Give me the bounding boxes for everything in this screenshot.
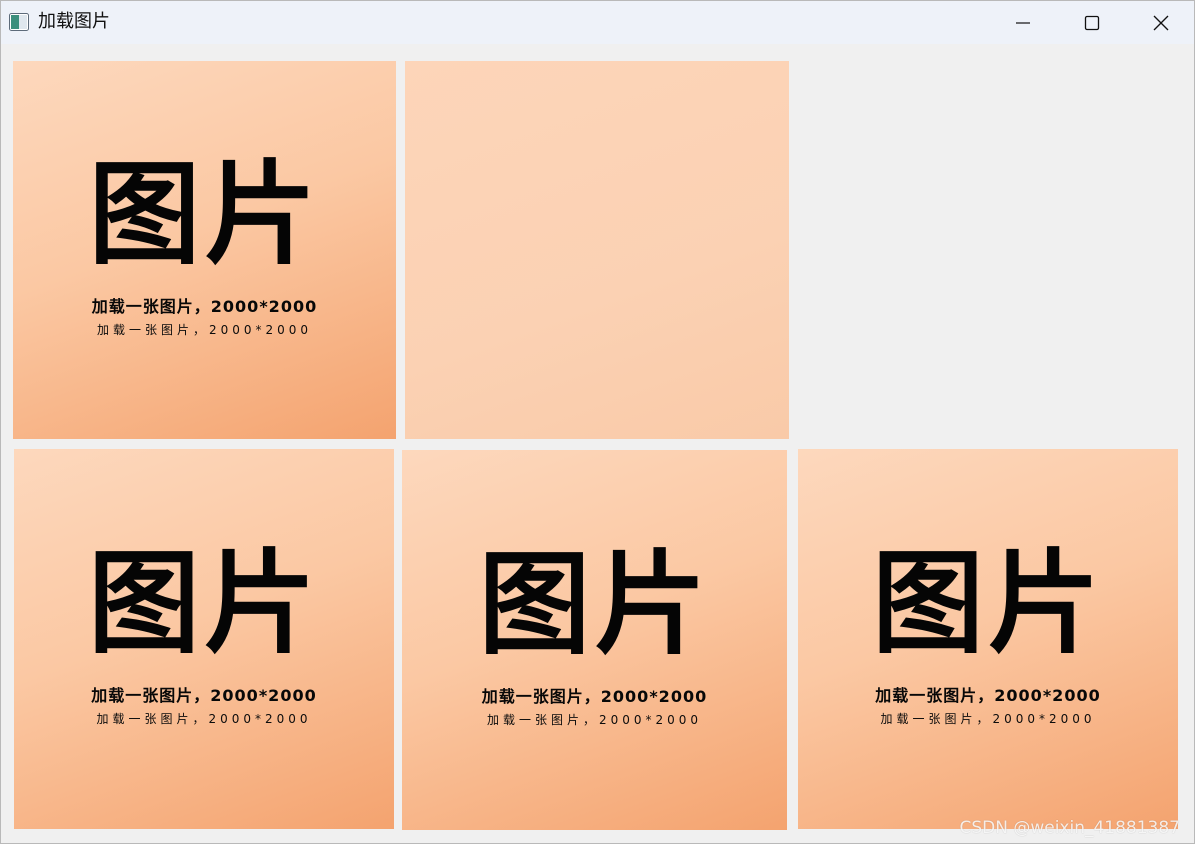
watermark: CSDN @weixin_41881387: [959, 818, 1180, 838]
app-window: 加载图片 图片 加载一张图片，2000*2000 加载一张图片，2000*200…: [0, 0, 1195, 844]
image-tile[interactable]: 图片 加载一张图片，2000*2000 加载一张图片，2000*2000: [13, 61, 396, 439]
maximize-icon: [1084, 15, 1100, 30]
minimize-icon: [1016, 21, 1030, 24]
image-tile-caption-small: 加载一张图片，2000*2000: [880, 712, 1096, 726]
image-tile-caption-small: 加载一张图片，2000*2000: [486, 713, 703, 727]
image-tile-caption: 加载一张图片，2000*2000: [481, 687, 708, 706]
image-tile[interactable]: 图片 加载一张图片，2000*2000 加载一张图片，2000*2000: [402, 450, 787, 830]
image-tile-caption: 加载一张图片，2000*2000: [91, 686, 317, 705]
image-tile-caption: 加载一张图片，2000*2000: [875, 686, 1101, 705]
image-tile[interactable]: 图片 加载一张图片，2000*2000 加载一张图片，2000*2000: [14, 449, 394, 829]
image-tile[interactable]: 图片 加载一张图片，2000*2000 加载一张图片，2000*2000: [798, 449, 1178, 829]
image-tile-caption: 加载一张图片，2000*2000: [91, 297, 318, 316]
window-title: 加载图片: [38, 11, 110, 32]
image-grid: 图片 加载一张图片，2000*2000 加载一张图片，2000*2000 图片 …: [1, 44, 1194, 843]
image-tile-loading[interactable]: [405, 61, 789, 439]
maximize-button[interactable]: [1057, 1, 1127, 44]
close-icon: [1153, 15, 1169, 30]
image-tile-title: 图片: [478, 540, 711, 670]
image-tile-title: 图片: [88, 150, 321, 280]
close-button[interactable]: [1126, 1, 1194, 44]
image-tile-caption-small: 加载一张图片，2000*2000: [96, 712, 312, 726]
image-tile-title: 图片: [88, 539, 320, 669]
title-bar[interactable]: 加载图片: [1, 1, 1194, 44]
app-window-icon: [9, 13, 29, 31]
image-tile-caption-small: 加载一张图片，2000*2000: [96, 323, 313, 337]
minimize-button[interactable]: [988, 1, 1058, 44]
image-tile-title: 图片: [872, 539, 1104, 669]
